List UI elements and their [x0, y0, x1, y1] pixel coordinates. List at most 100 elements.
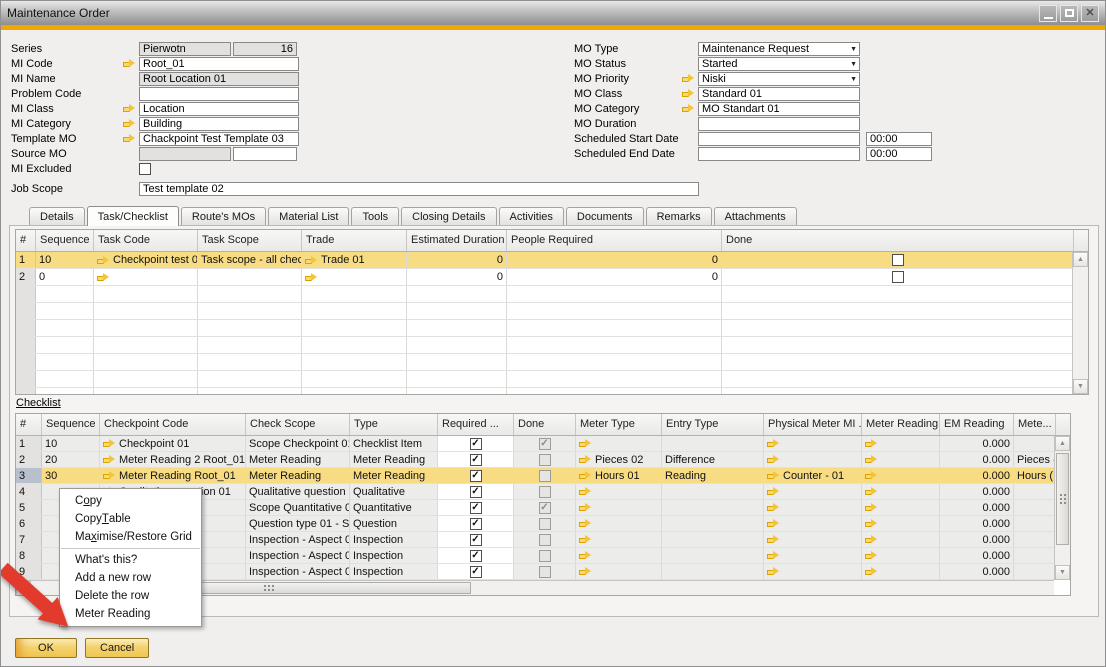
cell-type[interactable]: Inspection: [350, 532, 438, 547]
link-arrow-icon[interactable]: [305, 255, 318, 266]
scroll-down-icon[interactable]: ▼: [1055, 565, 1070, 580]
link-arrow-icon[interactable]: [865, 518, 878, 529]
cell-meter_type[interactable]: [576, 532, 662, 547]
table-row[interactable]: 2000: [16, 269, 1088, 286]
cell-num[interactable]: 3: [16, 468, 42, 483]
cell-sequence[interactable]: 0: [36, 269, 94, 285]
mo-status-field[interactable]: Started: [698, 57, 860, 71]
link-arrow-icon[interactable]: [103, 438, 116, 449]
column-header-task_code[interactable]: Task Code: [94, 230, 198, 251]
cell-num[interactable]: 2: [16, 452, 42, 467]
cell-num[interactable]: 8: [16, 548, 42, 563]
cell-required[interactable]: ✓: [438, 436, 514, 451]
tab-documents[interactable]: Documents: [566, 207, 644, 225]
cell-meter_reading[interactable]: [862, 516, 940, 531]
cell-entry_type[interactable]: Reading: [662, 468, 764, 483]
table-row[interactable]: 220Meter Reading 2 Root_01Meter ReadingM…: [16, 452, 1070, 468]
cell-est_duration[interactable]: 0: [407, 252, 507, 268]
cell-physical_meter[interactable]: [764, 548, 862, 563]
cell-meter_uom[interactable]: [1014, 484, 1056, 499]
checkbox[interactable]: [539, 470, 551, 482]
cell-type[interactable]: Meter Reading: [350, 468, 438, 483]
checkbox[interactable]: [892, 271, 904, 283]
column-header-required[interactable]: Required ...: [438, 414, 514, 435]
cell-meter_reading[interactable]: [862, 564, 940, 579]
checklist-link[interactable]: Checklist: [16, 397, 61, 409]
cell-sequence[interactable]: 20: [42, 452, 100, 467]
cell-sequence[interactable]: 30: [42, 468, 100, 483]
cell-num[interactable]: 5: [16, 500, 42, 515]
cell-est_duration[interactable]: 0: [407, 269, 507, 285]
link-arrow-icon[interactable]: [767, 470, 780, 481]
cell-checkpoint_code[interactable]: Checkpoint 01: [100, 436, 246, 451]
cell-meter_uom[interactable]: Pieces (: [1014, 452, 1056, 467]
context-menu-item-add-a-new-row[interactable]: Add a new row: [60, 569, 201, 587]
mi-class-field[interactable]: Location: [139, 102, 299, 116]
cell-required[interactable]: ✓: [438, 452, 514, 467]
cell-required[interactable]: ✓: [438, 548, 514, 563]
vertical-scroll-thumb[interactable]: [1056, 453, 1069, 545]
scheduled-start-date-field[interactable]: [698, 132, 860, 146]
cell-task_scope[interactable]: [198, 269, 302, 285]
checkbox[interactable]: [539, 550, 551, 562]
cell-physical_meter[interactable]: [764, 516, 862, 531]
link-arrow-icon[interactable]: [103, 470, 116, 481]
close-button[interactable]: ✕: [1081, 5, 1099, 22]
cell-meter_uom[interactable]: [1014, 516, 1056, 531]
table-row[interactable]: 110Checkpoint test 01Task scope - all ch…: [16, 252, 1088, 269]
cell-meter_reading[interactable]: [862, 500, 940, 515]
cell-check_scope[interactable]: Question type 01 - Sco: [246, 516, 350, 531]
cell-physical_meter[interactable]: [764, 564, 862, 579]
cell-check_scope[interactable]: Inspection - Aspect 01,: [246, 548, 350, 563]
column-header-done[interactable]: Done: [514, 414, 576, 435]
tab-attachments[interactable]: Attachments: [714, 207, 797, 225]
table-row[interactable]: 110Checkpoint 01Scope Checkpoint 01Check…: [16, 436, 1070, 452]
link-arrow-icon[interactable]: [767, 454, 780, 465]
tab-details[interactable]: Details: [29, 207, 85, 225]
cell-done[interactable]: [514, 516, 576, 531]
cell-meter_reading[interactable]: [862, 484, 940, 499]
link-arrow-icon[interactable]: [123, 133, 136, 144]
template-mo-field[interactable]: Chackpoint Test Template 03: [139, 132, 299, 146]
cell-done[interactable]: [722, 252, 1074, 268]
cell-entry_type[interactable]: [662, 564, 764, 579]
link-arrow-icon[interactable]: [97, 255, 110, 266]
column-header-task_scope[interactable]: Task Scope: [198, 230, 302, 251]
cell-em_reading[interactable]: 0.000: [940, 500, 1014, 515]
link-arrow-icon[interactable]: [865, 454, 878, 465]
ok-button[interactable]: OK: [15, 638, 77, 658]
context-menu-item-what-s-this[interactable]: What's this?: [60, 551, 201, 569]
column-header-meter_type[interactable]: Meter Type: [576, 414, 662, 435]
cell-required[interactable]: ✓: [438, 516, 514, 531]
link-arrow-icon[interactable]: [682, 103, 695, 114]
checkbox[interactable]: ✓: [539, 438, 551, 450]
checkbox[interactable]: ✓: [539, 502, 551, 514]
cell-meter_uom[interactable]: [1014, 564, 1056, 579]
checkbox[interactable]: ✓: [470, 566, 482, 578]
link-arrow-icon[interactable]: [767, 566, 780, 577]
cell-done[interactable]: ✓: [514, 436, 576, 451]
column-header-checkpoint_code[interactable]: Checkpoint Code: [100, 414, 246, 435]
cell-required[interactable]: ✓: [438, 564, 514, 579]
cell-em_reading[interactable]: 0.000: [940, 516, 1014, 531]
series-field[interactable]: 16: [233, 42, 297, 56]
link-arrow-icon[interactable]: [767, 550, 780, 561]
checkbox[interactable]: [539, 454, 551, 466]
cell-entry_type[interactable]: Difference: [662, 452, 764, 467]
link-arrow-icon[interactable]: [579, 486, 592, 497]
tab-material-list[interactable]: Material List: [268, 207, 349, 225]
link-arrow-icon[interactable]: [865, 486, 878, 497]
link-arrow-icon[interactable]: [865, 550, 878, 561]
cell-task_code[interactable]: Checkpoint test 01: [94, 252, 198, 268]
mo-priority-field[interactable]: Niski: [698, 72, 860, 86]
job-scope-field[interactable]: Test template 02: [139, 182, 699, 196]
link-arrow-icon[interactable]: [767, 486, 780, 497]
checkbox[interactable]: [539, 518, 551, 530]
cell-meter_reading[interactable]: [862, 532, 940, 547]
cell-num[interactable]: 2: [16, 269, 36, 285]
scheduled-end-date-field[interactable]: [698, 147, 860, 161]
cell-type[interactable]: Meter Reading: [350, 452, 438, 467]
cell-check_scope[interactable]: Meter Reading: [246, 452, 350, 467]
task-grid-vertical-scrollbar[interactable]: ▲ ▼: [1072, 252, 1088, 394]
cell-required[interactable]: ✓: [438, 500, 514, 515]
